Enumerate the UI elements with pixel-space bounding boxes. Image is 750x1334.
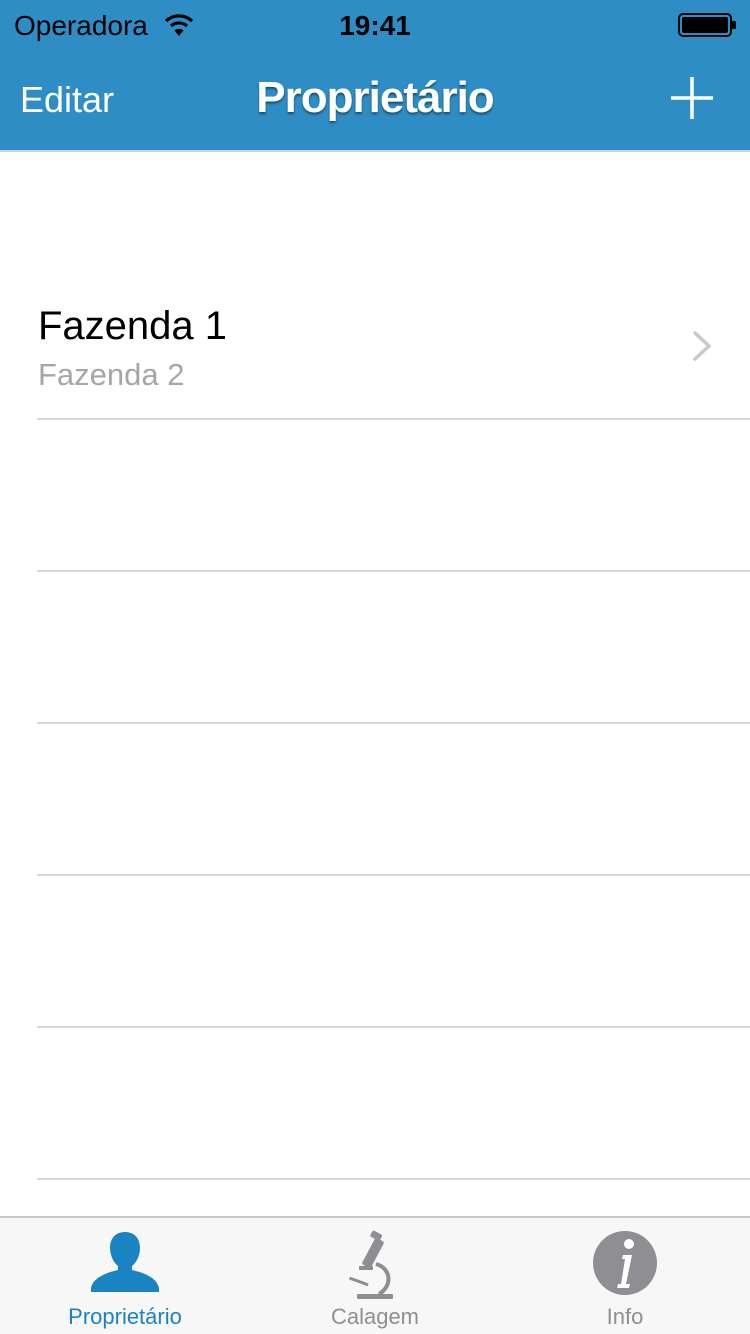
list-item-empty (37, 724, 750, 876)
battery-icon (678, 13, 736, 37)
info-icon (593, 1231, 657, 1295)
list-item[interactable]: Fazenda 1 Fazenda 2 (37, 268, 750, 420)
tab-calagem[interactable]: Calagem (250, 1218, 500, 1334)
property-list: Fazenda 1 Fazenda 2 (0, 268, 750, 1180)
plus-icon[interactable] (668, 74, 716, 122)
list-item-empty (37, 876, 750, 1028)
list-item-empty (37, 572, 750, 724)
screen: Operadora 19:41 Editar Proprietário Faze… (0, 0, 750, 1334)
chevron-right-icon (693, 331, 711, 361)
status-time: 19:41 (339, 10, 411, 41)
tab-label: Info (606, 1304, 644, 1329)
navigation-bar: Operadora 19:41 Editar Proprietário (0, 0, 750, 152)
page-title: Proprietário (256, 73, 494, 122)
tab-info[interactable]: Info (500, 1218, 750, 1334)
tab-bar: Proprietário Calagem Info (0, 1216, 750, 1334)
person-icon (91, 1232, 159, 1292)
list-item-empty (37, 1028, 750, 1180)
row-title: Fazenda 1 (38, 304, 228, 348)
microscope-icon (349, 1230, 393, 1299)
tab-label: Calagem (330, 1304, 420, 1329)
tab-label: Proprietário (68, 1304, 182, 1329)
row-subtitle: Fazenda 2 (38, 357, 185, 392)
list-item-empty (37, 420, 750, 572)
tab-proprietario[interactable]: Proprietário (0, 1218, 250, 1334)
